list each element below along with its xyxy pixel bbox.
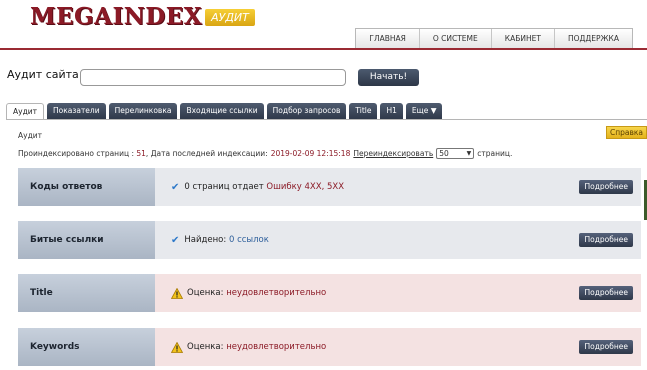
row-body: ✔ Найдено: 0 ссылок Подробнее (155, 221, 641, 259)
row-text: 0 страниц отдает (184, 182, 264, 192)
warning-icon (171, 341, 183, 353)
indexed-count: 51 (136, 149, 146, 158)
tab-interlinking[interactable]: Перелинковка (108, 103, 178, 119)
panel-title: Аудит (18, 131, 42, 140)
nav-home[interactable]: ГЛАВНАЯ (356, 29, 418, 48)
top-navigation: ГЛАВНАЯ О СИСТЕМЕ КАБИНЕТ ПОДДЕРЖКА (355, 28, 633, 48)
result-row-keywords: Keywords Оценка: неудовлетворительно Под… (18, 328, 641, 366)
last-index-date: 2019-02-09 12:15:18 (270, 149, 351, 158)
row-label: Коды ответов (18, 168, 159, 206)
result-row-response-codes: Коды ответов ✔ 0 страниц отдает Ошибку 4… (18, 168, 641, 206)
tab-h1[interactable]: H1 (380, 103, 403, 119)
result-row-title: Title Оценка: неудовлетворительно Подроб… (18, 274, 641, 312)
row-highlight: 0 ссылок (228, 235, 269, 245)
row-text: Оценка: (187, 288, 224, 298)
help-button[interactable]: Справка (605, 126, 647, 139)
site-url-input[interactable] (80, 69, 346, 86)
row-highlight: неудовлетворительно (226, 342, 327, 352)
logo-text: MEGAINDEX (30, 2, 203, 30)
row-highlight: неудовлетворительно (226, 288, 327, 298)
index-info: Проиндексировано страниц : 51, Дата посл… (18, 148, 512, 159)
tab-query-selection[interactable]: Подбор запросов (266, 103, 347, 119)
row-body: Оценка: неудовлетворительно Подробнее (155, 274, 641, 312)
header-divider (0, 48, 647, 50)
row-highlight: Ошибку 4XX, 5XX (266, 182, 345, 192)
logo-badge: АУДИТ (205, 8, 255, 26)
row-text: Найдено: (184, 235, 227, 245)
row-label: Title (18, 274, 159, 312)
nav-support[interactable]: ПОДДЕРЖКА (553, 29, 632, 48)
pages-select-value: 50 (439, 149, 449, 158)
start-audit-button[interactable]: Начать! (358, 69, 419, 86)
check-icon: ✔ (171, 181, 180, 193)
last-index-label: , Дата последней индексации: (145, 149, 268, 158)
result-row-broken-links: Битые ссылки ✔ Найдено: 0 ссылок Подробн… (18, 221, 641, 259)
warning-icon (171, 287, 183, 299)
tab-metrics[interactable]: Показатели (47, 103, 106, 119)
row-body: ✔ 0 страниц отдает Ошибку 4XX, 5XX Подро… (155, 168, 641, 206)
row-label: Битые ссылки (18, 221, 159, 259)
details-button[interactable]: Подробнее (579, 233, 633, 247)
reindex-link[interactable]: Переиндексировать (353, 149, 433, 158)
tab-more[interactable]: Еще ▼ (405, 103, 443, 119)
audit-site-label: Аудит сайта: (7, 68, 83, 81)
nav-about[interactable]: О СИСТЕМЕ (418, 29, 491, 48)
details-button[interactable]: Подробнее (579, 340, 633, 354)
pages-select[interactable]: 50 ▼ (436, 148, 475, 159)
details-button[interactable]: Подробнее (579, 286, 633, 300)
tab-audit[interactable]: Аудит (6, 103, 44, 119)
check-icon: ✔ (171, 234, 180, 246)
details-button[interactable]: Подробнее (579, 180, 633, 194)
pages-suffix: страниц. (477, 149, 513, 158)
indexed-label: Проиндексировано страниц : (18, 149, 134, 158)
chevron-down-icon: ▼ (466, 150, 472, 157)
nav-cabinet[interactable]: КАБИНЕТ (490, 29, 554, 48)
row-label: Keywords (18, 328, 159, 366)
row-text: Оценка: (187, 342, 224, 352)
megaindex-logo[interactable]: MEGAINDEX АУДИТ (30, 2, 255, 30)
row-body: Оценка: неудовлетворительно Подробнее (155, 328, 641, 366)
tab-title[interactable]: Title (349, 103, 378, 119)
audit-tabs: Аудит Показатели Перелинковка Входящие с… (6, 103, 443, 119)
tab-incoming-links[interactable]: Входящие ссылки (180, 103, 264, 119)
